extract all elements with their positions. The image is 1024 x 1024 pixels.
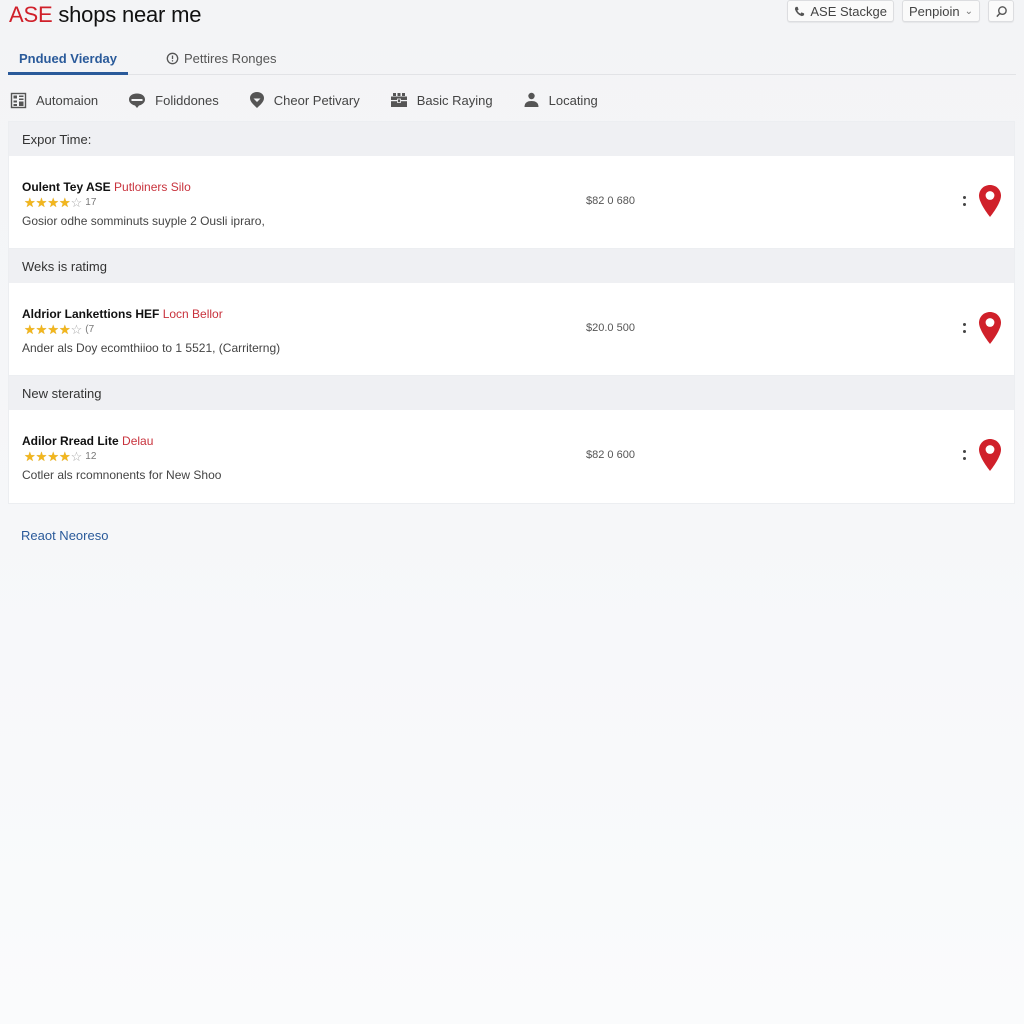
map-pin-icon[interactable] — [978, 438, 1002, 472]
star-filled-icon: ★ — [35, 194, 48, 210]
section-heading: New sterating — [9, 376, 1014, 410]
filter-cheor-petivary[interactable]: Cheor Petivary — [249, 91, 360, 109]
star-filled-icon: ★ — [58, 448, 71, 464]
filter-label: Automaion — [36, 92, 99, 108]
results-list: Expor Time: Oulent Tey ASE Putloiners Si… — [8, 121, 1015, 504]
shop-name[interactable]: Aldrior Lankettions HEF Locn Bellor — [22, 307, 223, 321]
shop-price: $82 0 680 — [586, 195, 635, 207]
star-filled-icon: ★ — [47, 194, 59, 210]
shop-name-text: Aldrior Lankettions HEF — [22, 307, 160, 321]
star-empty-icon: ☆ — [70, 194, 83, 210]
filter-bar: Automaion Foliddones Cheor Petivary Basi… — [10, 86, 628, 114]
star-filled-icon: ★ — [58, 321, 71, 337]
star-filled-icon: ★ — [24, 194, 36, 210]
shop-description: Gosior odhe somminuts suyple 2 Ousli ipr… — [22, 214, 265, 228]
shop-name-text: Adilor Rread Lite — [22, 434, 119, 448]
review-count: 12 — [85, 450, 97, 462]
star-filled-icon: ★ — [35, 448, 48, 464]
shop-name-text: Oulent Tey ASE — [22, 180, 111, 194]
filter-basic-raying[interactable]: Basic Raying — [390, 92, 493, 108]
person-icon — [524, 92, 539, 107]
page-title: ASE shops near me — [9, 0, 201, 30]
title-accent: ASE — [9, 2, 53, 27]
tab-label: Pndued Vierday — [18, 50, 117, 66]
reaot-neoreso-link[interactable]: Reaot Neoreso — [21, 528, 108, 543]
star-empty-icon: ☆ — [70, 448, 83, 464]
top-actions: ASE Stackge Penpioin ⌄ — [787, 0, 1014, 22]
shop-price: $82 0 600 — [586, 449, 635, 461]
filter-automaion[interactable]: Automaion — [10, 92, 98, 109]
shop-tag: Locn Bellor — [162, 307, 223, 321]
list-item[interactable]: Oulent Tey ASE Putloiners Silo ★ ★ ★ ★ ☆ 17 G… — [9, 156, 1014, 249]
phone-icon — [795, 6, 805, 16]
review-count: (7 — [85, 323, 95, 335]
map-pin-icon[interactable] — [978, 184, 1002, 218]
filter-foliddones[interactable]: Foliddones — [128, 92, 219, 109]
more-options-icon[interactable] — [959, 446, 969, 464]
more-options-icon[interactable] — [959, 192, 969, 210]
shop-description: Cotler als rcomnonents for New Shoo — [22, 468, 222, 482]
star-filled-icon: ★ — [24, 448, 36, 464]
star-filled-icon: ★ — [47, 321, 59, 337]
tab-pettires-ronges[interactable]: Pettires Ronges — [150, 42, 293, 74]
star-rating: ★ ★ ★ ★ ☆ (7 — [24, 322, 94, 336]
shield-icon — [249, 92, 264, 108]
penpioin-dropdown[interactable]: Penpioin ⌄ — [902, 0, 980, 22]
list-item[interactable]: Adilor Rread Lite Delau ★ ★ ★ ★ ☆ 12 Cotler a… — [9, 410, 1014, 503]
star-filled-icon: ★ — [47, 448, 59, 464]
star-rating: ★ ★ ★ ★ ☆ 17 — [24, 195, 96, 209]
tab-bar: Pndued Vierday Pettires Ronges — [8, 42, 1016, 75]
search-icon — [995, 5, 1007, 17]
list-item[interactable]: Aldrior Lankettions HEF Locn Bellor ★ ★ ★ ★… — [9, 283, 1014, 376]
grid-building-icon — [10, 92, 27, 108]
search-button[interactable] — [988, 0, 1014, 22]
shop-name[interactable]: Adilor Rread Lite Delau — [22, 434, 153, 448]
penpioin-label: Penpioin — [909, 3, 960, 19]
shop-tag: Putloiners Silo — [114, 180, 191, 194]
title-rest: shops near me — [52, 2, 202, 27]
filter-label: Basic Raying — [416, 92, 493, 108]
filter-locating[interactable]: Locating — [523, 92, 598, 108]
star-filled-icon: ★ — [35, 321, 48, 337]
shop-tag: Delau — [122, 434, 154, 448]
star-filled-icon: ★ — [24, 321, 36, 337]
shop-price: $20.0 500 — [586, 322, 635, 334]
star-rating: ★ ★ ★ ★ ☆ 12 — [24, 449, 96, 463]
filter-label: Foliddones — [155, 92, 219, 108]
filter-label: Cheor Petivary — [273, 92, 360, 108]
map-pin-icon[interactable] — [978, 311, 1002, 345]
tab-pndued-vierday[interactable]: Pndued Vierday — [8, 42, 128, 75]
tab-label: Pettires Ronges — [184, 50, 277, 66]
section-heading: Expor Time: — [9, 122, 1014, 156]
header: ASE shops near me ASE Stackge Penpioin ⌄ — [0, 0, 1024, 30]
star-filled-icon: ★ — [58, 194, 71, 210]
badge-icon — [129, 93, 146, 108]
chevron-down-icon: ⌄ — [964, 5, 973, 17]
ase-stackge-label: ASE Stackge — [810, 3, 887, 19]
star-empty-icon: ☆ — [70, 321, 83, 337]
toolbox-icon — [390, 93, 407, 107]
clock-icon — [166, 52, 179, 64]
shop-description: Ander als Doy ecomthiioo to 1 5521, (Car… — [22, 341, 281, 355]
section-heading: Weks is ratimg — [9, 249, 1014, 283]
shop-name[interactable]: Oulent Tey ASE Putloiners Silo — [22, 180, 191, 194]
review-count: 17 — [85, 196, 97, 208]
filter-label: Locating — [548, 92, 598, 108]
ase-stackge-button[interactable]: ASE Stackge — [787, 0, 894, 22]
more-options-icon[interactable] — [959, 319, 969, 337]
